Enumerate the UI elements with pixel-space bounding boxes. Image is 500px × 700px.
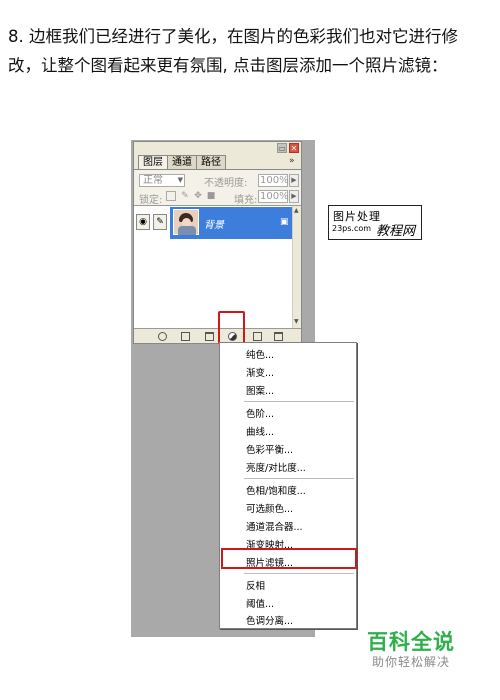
menu-item-levels[interactable]: 色阶...	[246, 406, 274, 420]
scroll-down-icon[interactable]: ▼	[294, 318, 299, 325]
chevron-down-icon: ▼	[177, 176, 183, 184]
lock-position-icon[interactable]: ✥	[193, 191, 203, 201]
menu-item-channel-mixer[interactable]: 通道混合器...	[246, 519, 303, 533]
adjustment-button-highlight	[218, 311, 245, 344]
panel-menu-icon[interactable]: »	[289, 156, 295, 166]
menu-item-color-balance[interactable]: 色彩平衡...	[246, 442, 293, 456]
layer-list-scrollbar[interactable]: ▲ ▼	[292, 206, 301, 328]
menu-item-gradient[interactable]: 渐变...	[246, 365, 274, 379]
menu-item-solid-color[interactable]: 纯色...	[246, 347, 274, 361]
menu-item-threshold[interactable]: 阈值...	[246, 596, 274, 610]
brush-icon[interactable]: ✎	[153, 214, 167, 230]
fill-label: 填充:	[234, 195, 258, 206]
lock-pixels-icon[interactable]: ✎	[180, 191, 190, 201]
photo-filter-highlight	[221, 548, 357, 569]
tab-paths[interactable]: 路径	[196, 155, 226, 169]
opacity-label: 不透明度:	[204, 178, 248, 189]
instruction-text: 8. 边框我们已经进行了美化，在图片的色彩我们也对它进行修 改，让整个图看起来更…	[8, 22, 496, 80]
add-layer-style-icon[interactable]	[181, 332, 190, 341]
menu-item-posterize[interactable]: 色调分离...	[246, 613, 293, 627]
menu-item-invert[interactable]: 反相	[246, 578, 265, 592]
eye-icon[interactable]: ◉	[136, 214, 150, 230]
fill-arrow-icon[interactable]: ▶	[289, 190, 299, 203]
menu-separator	[244, 401, 354, 402]
close-icon[interactable]: ✕	[289, 143, 299, 153]
opacity-input[interactable]: 100%	[258, 174, 289, 187]
watermark-line-2: 23ps.com	[332, 224, 372, 233]
layer-selection[interactable]: 背景 ▣	[170, 207, 292, 239]
lock-all-icon[interactable]: ■	[206, 191, 216, 201]
blend-mode-select[interactable]: 正常 ▼	[139, 174, 185, 187]
panel-title-bar: ▭ ✕	[134, 142, 301, 154]
watermark-line-3: 教程网	[376, 224, 416, 239]
blend-row: 正常 ▼ 不透明度: 100% ▶	[134, 169, 301, 189]
menu-item-pattern[interactable]: 图案...	[246, 383, 274, 397]
lock-label: 锁定:	[139, 195, 163, 206]
panel-tabs: 图层 通道 路径	[138, 155, 226, 169]
minimize-icon[interactable]: ▭	[277, 143, 287, 153]
scroll-up-icon[interactable]: ▲	[294, 207, 299, 214]
menu-item-curves[interactable]: 曲线...	[246, 424, 274, 438]
link-layers-icon[interactable]	[158, 332, 167, 341]
trash-icon[interactable]	[274, 332, 283, 341]
menu-item-hue-saturation[interactable]: 色相/饱和度...	[246, 483, 306, 497]
tab-channels[interactable]: 通道	[167, 155, 197, 169]
instruction-line-2: 改，让整个图看起来更有氛围, 点击图层添加一个照片滤镜：	[8, 56, 448, 75]
lock-icon: ▣	[280, 217, 289, 227]
watermark-line-1: 图片处理	[333, 210, 381, 223]
menu-separator	[244, 478, 354, 479]
menu-item-selective-color[interactable]: 可选颜色...	[246, 501, 293, 515]
new-layer-icon[interactable]	[253, 332, 262, 341]
fill-input[interactable]: 100%	[258, 190, 289, 203]
site-logo: 百科全说 助你轻松解决	[352, 626, 470, 670]
lock-row: 锁定: ✎ ✥ ■ 填充: 100% ▶	[134, 188, 301, 206]
layer-name[interactable]: 背景	[204, 216, 224, 231]
logo-tagline: 助你轻松解决	[371, 655, 450, 669]
watermark-stamp: 图片处理 23ps.com 教程网	[328, 205, 422, 240]
layer-list: ◉ ✎ 背景 ▣ ▲ ▼	[134, 205, 301, 328]
instruction-line-1: 8. 边框我们已经进行了美化，在图片的色彩我们也对它进行修	[8, 27, 458, 46]
new-group-icon[interactable]	[205, 332, 214, 341]
menu-item-brightness-contrast[interactable]: 亮度/对比度...	[246, 460, 306, 474]
opacity-arrow-icon[interactable]: ▶	[289, 174, 299, 187]
lock-transparency-icon[interactable]	[166, 191, 176, 201]
menu-separator	[244, 573, 354, 574]
adjustment-menu: 纯色... 渐变... 图案... 色阶... 曲线... 色彩平衡... 亮度…	[219, 342, 357, 629]
layer-thumbnail	[173, 209, 199, 235]
tab-layers[interactable]: 图层	[138, 155, 168, 169]
layer-row-background[interactable]: ◉ ✎ 背景 ▣	[134, 206, 292, 240]
blend-mode-value: 正常	[143, 175, 163, 186]
logo-title: 百科全说	[367, 630, 455, 654]
